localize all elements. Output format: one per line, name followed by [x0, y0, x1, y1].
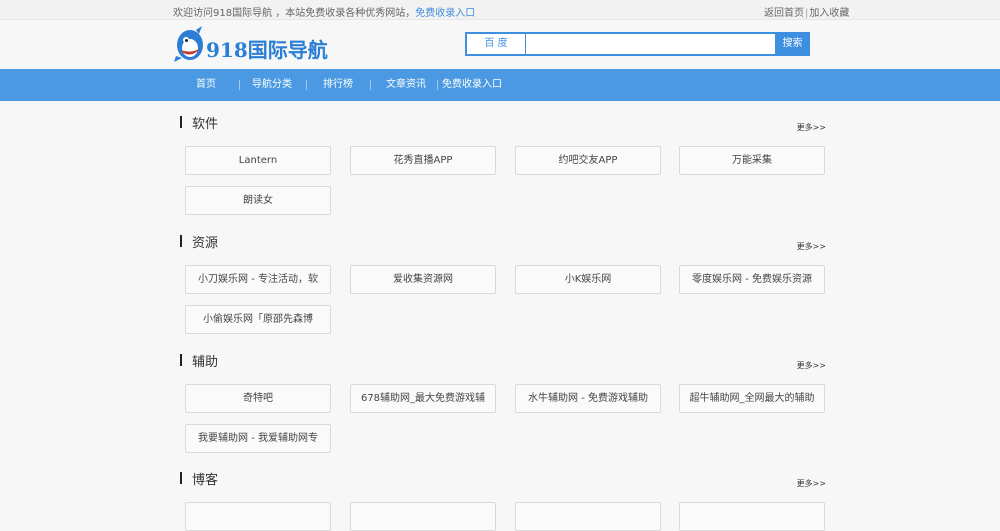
- more-link[interactable]: 更多>>: [797, 241, 826, 252]
- nav-item-ranking[interactable]: 排行榜: [323, 69, 353, 101]
- top-right-links: 返回首页|加入收藏: [764, 4, 849, 19]
- section-marker: [180, 472, 182, 484]
- site-tile[interactable]: 小刀娱乐网 - 专注活动，软: [185, 265, 331, 294]
- nav-separator: [306, 80, 307, 90]
- logo-text: 918国际导航: [206, 38, 328, 62]
- search-engine-select[interactable]: 百 度: [467, 34, 526, 54]
- search-box: 百 度 搜索: [465, 32, 810, 56]
- site-tile[interactable]: 小K娱乐网: [515, 265, 661, 294]
- site-tile[interactable]: 爱收集资源网: [350, 265, 496, 294]
- search-button[interactable]: 搜索: [775, 32, 810, 56]
- section-title: 辅助: [192, 355, 219, 370]
- site-tile[interactable]: [679, 502, 825, 531]
- site-tile[interactable]: 奇特吧: [185, 384, 331, 413]
- main-nav: 首页 导航分类 排行榜 文章资讯 免费收录入口: [0, 69, 1000, 101]
- site-tile[interactable]: 我要辅助网 - 我爱辅助网专: [185, 424, 331, 453]
- header: 918国际导航 百 度 搜索: [0, 20, 1000, 69]
- section-title: 资源: [192, 236, 219, 251]
- top-bar: 欢迎访问918国际导航 ，本站免费收录各种优秀网站，免费收录入口 返回首页|加入…: [0, 0, 1000, 20]
- site-tile[interactable]: 678辅助网_最大免费游戏辅: [350, 384, 496, 413]
- nav-separator: [370, 80, 371, 90]
- site-tile[interactable]: 朗读女: [185, 186, 331, 215]
- section-title: 软件: [192, 117, 219, 132]
- nav-separator: [437, 80, 438, 90]
- nav-separator: [239, 80, 240, 90]
- more-link[interactable]: 更多>>: [797, 122, 826, 133]
- welcome-message: 欢迎访问918国际导航 ，本站免费收录各种优秀网站，: [173, 8, 416, 19]
- free-submit-link[interactable]: 免费收录入口: [415, 8, 475, 19]
- more-link[interactable]: 更多>>: [797, 478, 826, 489]
- site-tile[interactable]: [515, 502, 661, 531]
- search-input[interactable]: [527, 34, 775, 54]
- site-tile[interactable]: 小偷娱乐网「原邵先森博: [185, 305, 331, 334]
- dolphin-logo-icon: [174, 26, 203, 62]
- nav-item-free-submit[interactable]: 免费收录入口: [442, 69, 502, 101]
- welcome-text: 欢迎访问918国际导航 ，本站免费收录各种优秀网站，免费收录入口: [173, 4, 475, 19]
- site-tile[interactable]: Lantern: [185, 146, 331, 175]
- section-marker: [180, 354, 182, 366]
- back-home-link[interactable]: 返回首页: [764, 8, 804, 19]
- site-tile[interactable]: 零度娱乐网 - 免费娱乐资源: [679, 265, 825, 294]
- nav-item-articles[interactable]: 文章资讯: [386, 69, 426, 101]
- site-tile[interactable]: 水牛辅助网 - 免费游戏辅助: [515, 384, 661, 413]
- site-tile[interactable]: [350, 502, 496, 531]
- site-tile[interactable]: 超牛辅助网_全网最大的辅助: [679, 384, 825, 413]
- add-favorite-link[interactable]: 加入收藏: [809, 8, 849, 19]
- more-link[interactable]: 更多>>: [797, 360, 826, 371]
- site-tile[interactable]: 约吧交友APP: [515, 146, 661, 175]
- site-tile[interactable]: [185, 502, 331, 531]
- section-marker: [180, 235, 182, 247]
- section-title: 博客: [192, 473, 219, 488]
- nav-item-categories[interactable]: 导航分类: [252, 69, 292, 101]
- section-marker: [180, 116, 182, 128]
- nav-item-home[interactable]: 首页: [196, 69, 216, 101]
- site-tile[interactable]: 万能采集: [679, 146, 825, 175]
- site-tile[interactable]: 花秀直播APP: [350, 146, 496, 175]
